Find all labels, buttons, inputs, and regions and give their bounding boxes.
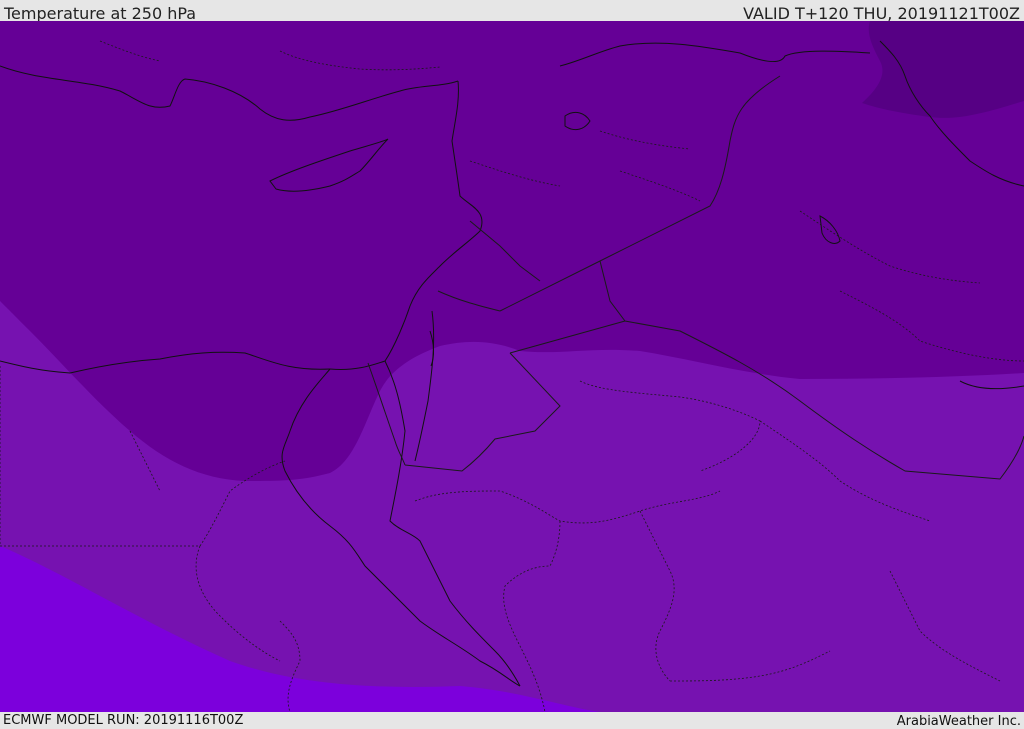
- map-page: Temperature at 250 hPa VALID T+120 THU, …: [0, 0, 1024, 729]
- map-canvas: [0, 21, 1024, 712]
- model-run-label: ECMWF MODEL RUN: 20191116T00Z: [3, 713, 244, 728]
- temperature-zone-coldest: [862, 21, 1024, 118]
- header-bar: Temperature at 250 hPa VALID T+120 THU, …: [0, 0, 1024, 23]
- temperature-map-svg: [0, 21, 1024, 712]
- footer-bar: ECMWF MODEL RUN: 20191116T00Z ArabiaWeat…: [0, 712, 1024, 729]
- credit-label: ArabiaWeather Inc.: [896, 714, 1021, 729]
